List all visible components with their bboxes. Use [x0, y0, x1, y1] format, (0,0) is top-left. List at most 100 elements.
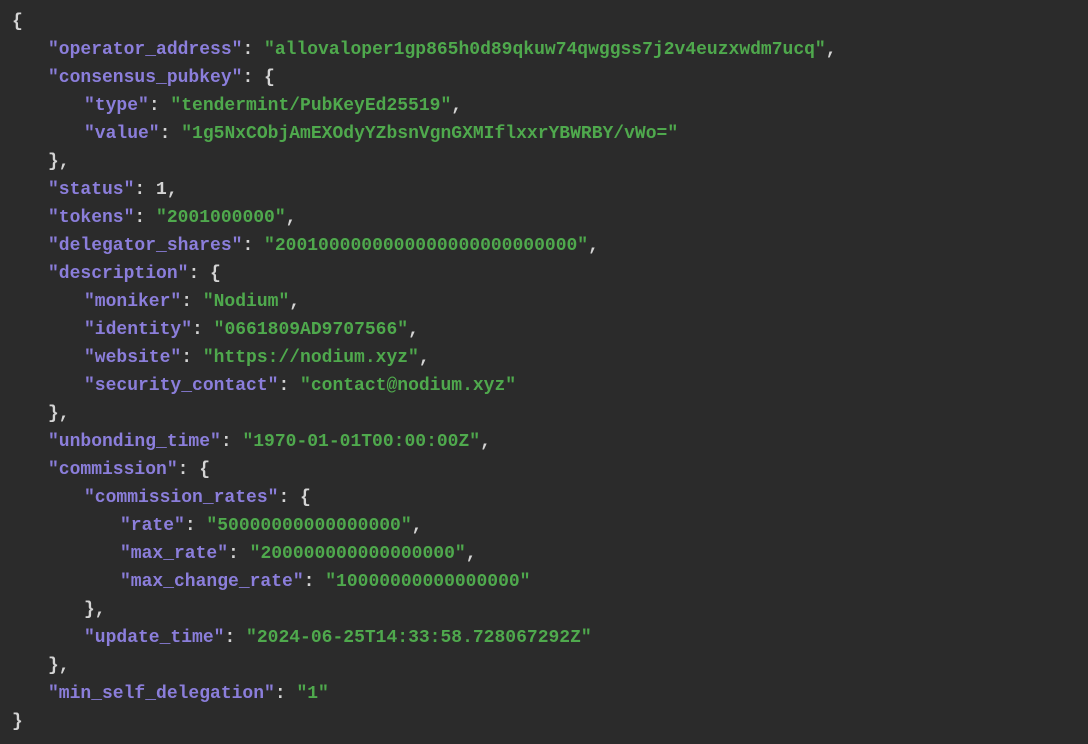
colon: : [181, 348, 203, 368]
json-value: "2001000000000000000000000000" [264, 236, 588, 256]
colon: : [242, 236, 264, 256]
json-line: "description": { [12, 260, 1076, 288]
json-value: "10000000000000000" [325, 572, 530, 592]
json-value: "https://nodium.xyz" [203, 348, 419, 368]
colon: : [188, 264, 210, 284]
json-key: "unbonding_time" [48, 432, 221, 452]
comma: , [167, 180, 178, 200]
colon: : [192, 320, 214, 340]
colon: : [160, 124, 182, 144]
brace: { [12, 12, 23, 32]
json-key: "min_self_delegation" [48, 684, 275, 704]
colon: : [134, 180, 156, 200]
json-key: "type" [84, 96, 149, 116]
colon: : [181, 292, 203, 312]
json-value: "tendermint/PubKeyEd25519" [170, 96, 451, 116]
json-line: "rate": "50000000000000000", [12, 512, 1076, 540]
brace: }, [84, 600, 106, 620]
json-value: "1g5NxCObjAmEXOdyYZbsnVgnGXMIflxxrYBWRBY… [181, 124, 678, 144]
json-line: "status": 1, [12, 176, 1076, 204]
json-key: "delegator_shares" [48, 236, 242, 256]
json-line: "min_self_delegation": "1" [12, 680, 1076, 708]
colon: : [242, 40, 264, 60]
json-value: "200000000000000000" [250, 544, 466, 564]
json-key: "moniker" [84, 292, 181, 312]
json-key: "update_time" [84, 628, 224, 648]
json-line: "consensus_pubkey": { [12, 64, 1076, 92]
json-line: "delegator_shares": "2001000000000000000… [12, 232, 1076, 260]
json-line: "security_contact": "contact@nodium.xyz" [12, 372, 1076, 400]
colon: : [242, 68, 264, 88]
json-line: "commission_rates": { [12, 484, 1076, 512]
comma: , [419, 348, 430, 368]
colon: : [304, 572, 326, 592]
json-line: "value": "1g5NxCObjAmEXOdyYZbsnVgnGXMIfl… [12, 120, 1076, 148]
brace: }, [48, 656, 70, 676]
colon: : [134, 208, 156, 228]
brace: { [300, 488, 311, 508]
json-value: "1" [296, 684, 328, 704]
json-key: "website" [84, 348, 181, 368]
colon: : [221, 432, 243, 452]
json-key: "security_contact" [84, 376, 278, 396]
json-key: "description" [48, 264, 188, 284]
json-line: "max_rate": "200000000000000000", [12, 540, 1076, 568]
json-value: "0661809AD9707566" [214, 320, 408, 340]
json-value: "2001000000" [156, 208, 286, 228]
json-value: "1970-01-01T00:00:00Z" [242, 432, 480, 452]
json-key: "status" [48, 180, 134, 200]
json-key: "identity" [84, 320, 192, 340]
json-key: "rate" [120, 516, 185, 536]
json-line: }, [12, 148, 1076, 176]
comma: , [286, 208, 297, 228]
json-line: "tokens": "2001000000", [12, 204, 1076, 232]
comma: , [451, 96, 462, 116]
comma: , [588, 236, 599, 256]
json-line: }, [12, 400, 1076, 428]
colon: : [185, 516, 207, 536]
comma: , [412, 516, 423, 536]
json-value: "Nodium" [203, 292, 289, 312]
json-line: "commission": { [12, 456, 1076, 484]
json-key: "commission_rates" [84, 488, 278, 508]
json-value: "50000000000000000" [206, 516, 411, 536]
comma: , [408, 320, 419, 340]
colon: : [228, 544, 250, 564]
comma: , [826, 40, 837, 60]
brace: }, [48, 152, 70, 172]
json-line: "identity": "0661809AD9707566", [12, 316, 1076, 344]
json-key: "commission" [48, 460, 178, 480]
brace: { [210, 264, 221, 284]
json-line: "unbonding_time": "1970-01-01T00:00:00Z"… [12, 428, 1076, 456]
json-value: 1 [156, 180, 167, 200]
json-line: "website": "https://nodium.xyz", [12, 344, 1076, 372]
json-line: "max_change_rate": "10000000000000000" [12, 568, 1076, 596]
json-line: } [12, 708, 1076, 736]
brace: { [264, 68, 275, 88]
colon: : [178, 460, 200, 480]
brace: { [199, 460, 210, 480]
json-code-block: { "operator_address": "allovaloper1gp865… [12, 8, 1076, 736]
colon: : [275, 684, 297, 704]
json-key: "max_change_rate" [120, 572, 304, 592]
colon: : [278, 376, 300, 396]
comma: , [289, 292, 300, 312]
json-value: "contact@nodium.xyz" [300, 376, 516, 396]
json-line: }, [12, 596, 1076, 624]
json-line: { [12, 8, 1076, 36]
json-key: "value" [84, 124, 160, 144]
json-value: "2024-06-25T14:33:58.728067292Z" [246, 628, 592, 648]
json-line: "operator_address": "allovaloper1gp865h0… [12, 36, 1076, 64]
colon: : [278, 488, 300, 508]
json-key: "max_rate" [120, 544, 228, 564]
json-line: "update_time": "2024-06-25T14:33:58.7280… [12, 624, 1076, 652]
brace: }, [48, 404, 70, 424]
json-key: "tokens" [48, 208, 134, 228]
comma: , [466, 544, 477, 564]
comma: , [480, 432, 491, 452]
json-key: "consensus_pubkey" [48, 68, 242, 88]
brace: } [12, 712, 23, 732]
json-line: }, [12, 652, 1076, 680]
json-key: "operator_address" [48, 40, 242, 60]
colon: : [149, 96, 171, 116]
